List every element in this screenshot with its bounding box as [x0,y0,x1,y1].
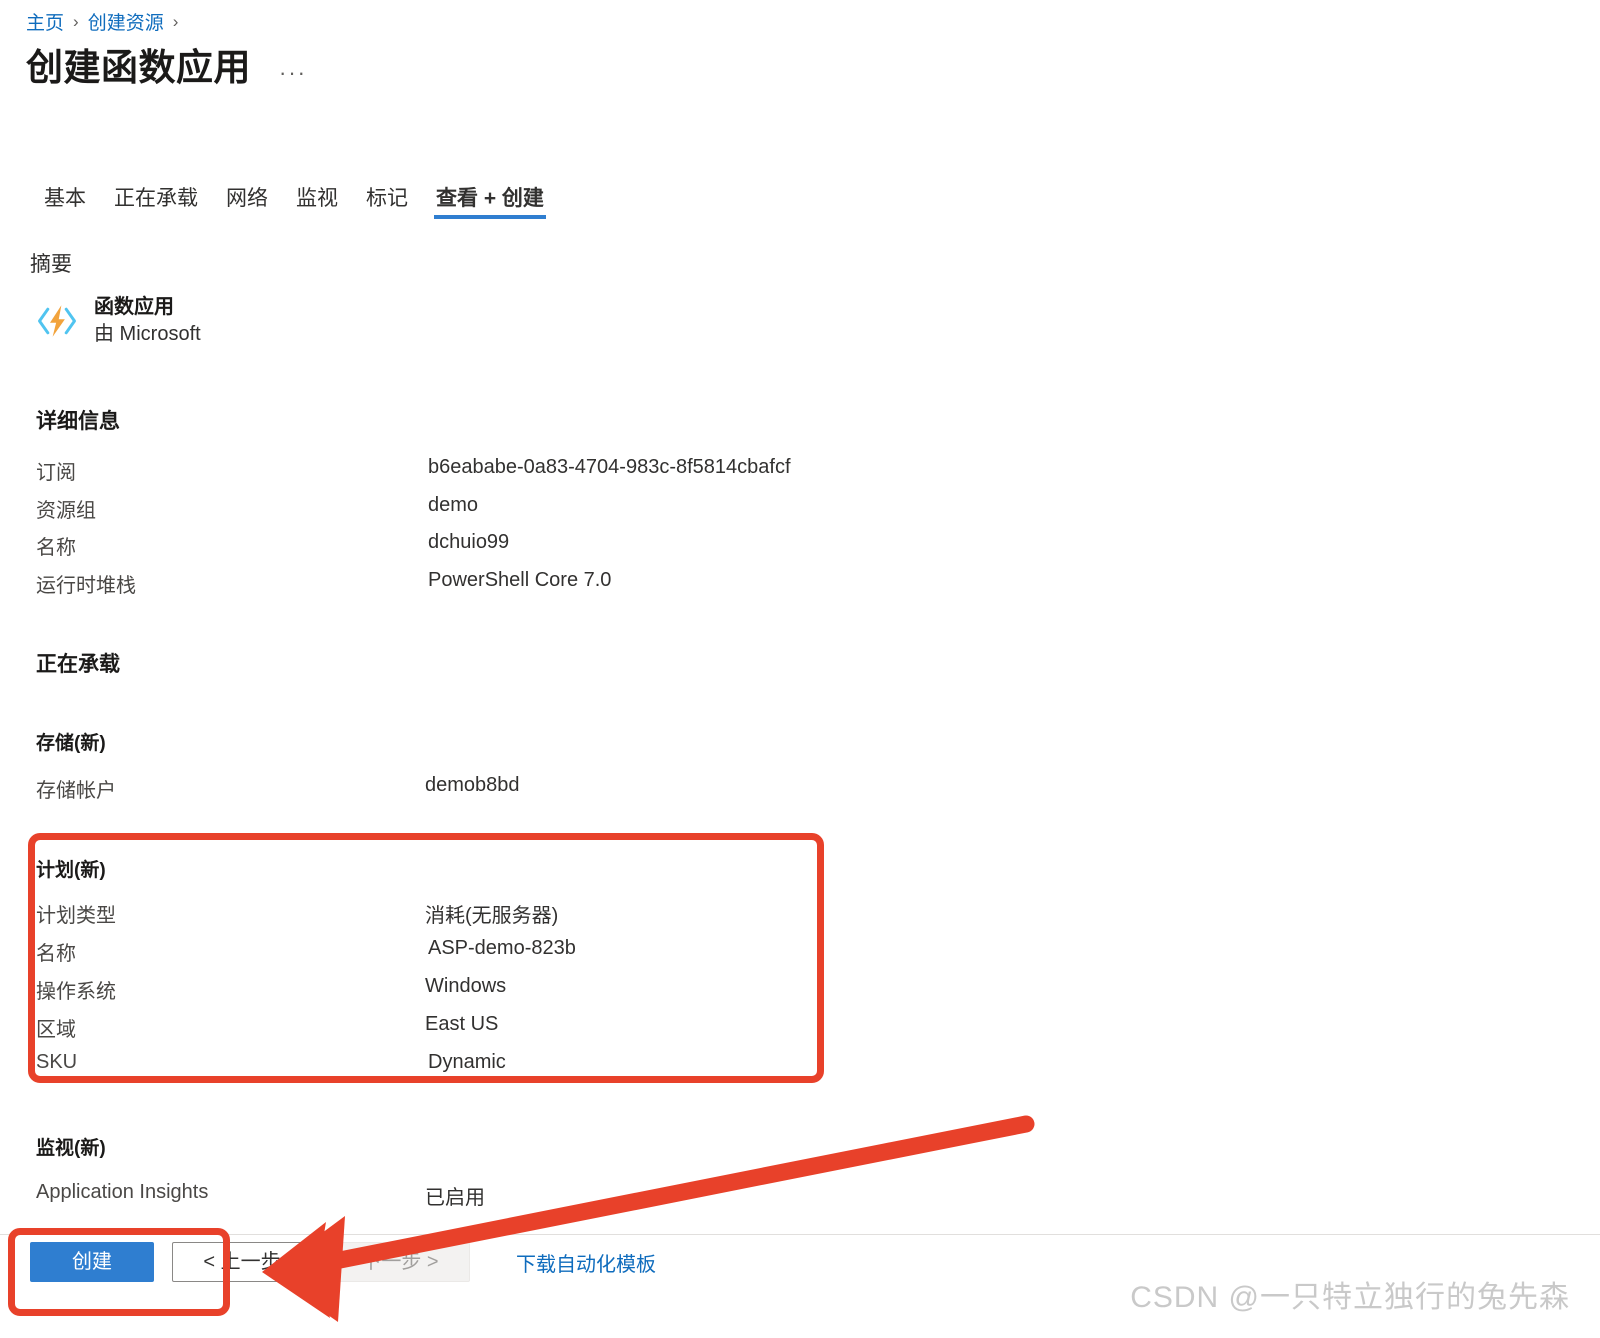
product-name: 函数应用 [94,296,174,318]
plan-row-value-name: ASP-demo-823b [428,937,576,959]
storage-row-value-account: demob8bd [425,774,520,796]
tab-label: 查看 + 创建 [436,187,544,210]
storage-heading: 存储(新) [36,733,106,754]
plan-row-value-sku: Dynamic [428,1051,506,1073]
tab-label: 正在承载 [114,187,198,210]
plan-row-label-sku: SKU [36,1051,78,1073]
details-row-value-name: dchuio99 [428,531,510,553]
product-publisher: 由 Microsoft [94,323,201,345]
breadcrumb-item-home[interactable]: 主页 [26,8,64,35]
next-button: 下一步 > [330,1242,470,1282]
details-row-label-resource-group: 资源组 [36,500,96,522]
tab-label: 网络 [226,187,268,210]
tab-tags[interactable]: 标记 [352,178,422,230]
tab-basics[interactable]: 基本 [30,178,100,230]
storage-row-label-account: 存储帐户 [36,780,116,802]
plan-row-value-plan-type: 消耗(无服务器) [425,905,559,927]
wizard-tabs: 基本 正在承载 网络 监视 标记 查看 + 创建 [30,178,558,230]
hosting-heading: 正在承载 [36,653,120,676]
plan-row-label-operating-system: 操作系统 [36,981,116,1003]
details-row-label-runtime-stack: 运行时堆栈 [36,575,136,597]
tab-label: 标记 [366,187,408,210]
chevron-right-icon: › [73,11,79,31]
details-row-value-runtime-stack: PowerShell Core 7.0 [428,569,612,591]
more-options-icon[interactable]: ··· [279,50,307,86]
breadcrumb-item-create-resource[interactable]: 创建资源 [88,8,164,35]
plan-row-value-operating-system: Windows [425,975,507,997]
tab-review-create[interactable]: 查看 + 创建 [422,178,558,230]
details-row-value-resource-group: demo [428,494,479,516]
annotation-box-plan-section [28,833,824,1083]
watermark: CSDN @一只特立独行的兔先森 [1130,1281,1570,1314]
plan-row-label-region: 区域 [36,1019,76,1041]
monitoring-row-label-app-insights: Application Insights [36,1181,209,1203]
tab-hosting[interactable]: 正在承载 [100,178,212,230]
plan-row-label-name: 名称 [36,943,76,965]
plan-row-label-plan-type: 计划类型 [36,905,116,927]
tab-label: 基本 [44,187,86,210]
monitoring-heading: 监视(新) [36,1138,106,1159]
details-row-value-subscription: b6eababe-0a83-4704-983c-8f5814cbafcf [428,456,791,478]
plan-heading: 计划(新) [36,860,106,881]
product-card: 函数应用 由 Microsoft [36,294,201,348]
create-button[interactable]: 创建 [30,1242,154,1282]
plan-row-value-region: East US [425,1013,499,1035]
details-row-label-subscription: 订阅 [36,462,76,484]
chevron-right-icon: › [172,11,179,31]
page-title-row: 创建函数应用 ··· [26,44,307,92]
tab-label: 监视 [296,187,338,210]
bottom-divider [0,1234,1600,1235]
details-row-label-name: 名称 [36,537,76,559]
summary-heading: 摘要 [30,253,72,276]
monitoring-row-value-app-insights: 已启用 [425,1187,485,1209]
download-automation-template-link[interactable]: 下载自动化模板 [516,1248,656,1277]
function-app-icon [38,305,76,337]
wizard-footer: 创建 < 上一步 下一步 > 下载自动化模板 [30,1242,656,1282]
tab-networking[interactable]: 网络 [212,178,282,230]
details-heading: 详细信息 [36,410,120,433]
breadcrumb: 主页 › 创建资源 › [26,8,178,35]
previous-button[interactable]: < 上一步 [172,1242,312,1282]
page-title: 创建函数应用 [26,47,251,88]
tab-monitoring[interactable]: 监视 [282,178,352,230]
